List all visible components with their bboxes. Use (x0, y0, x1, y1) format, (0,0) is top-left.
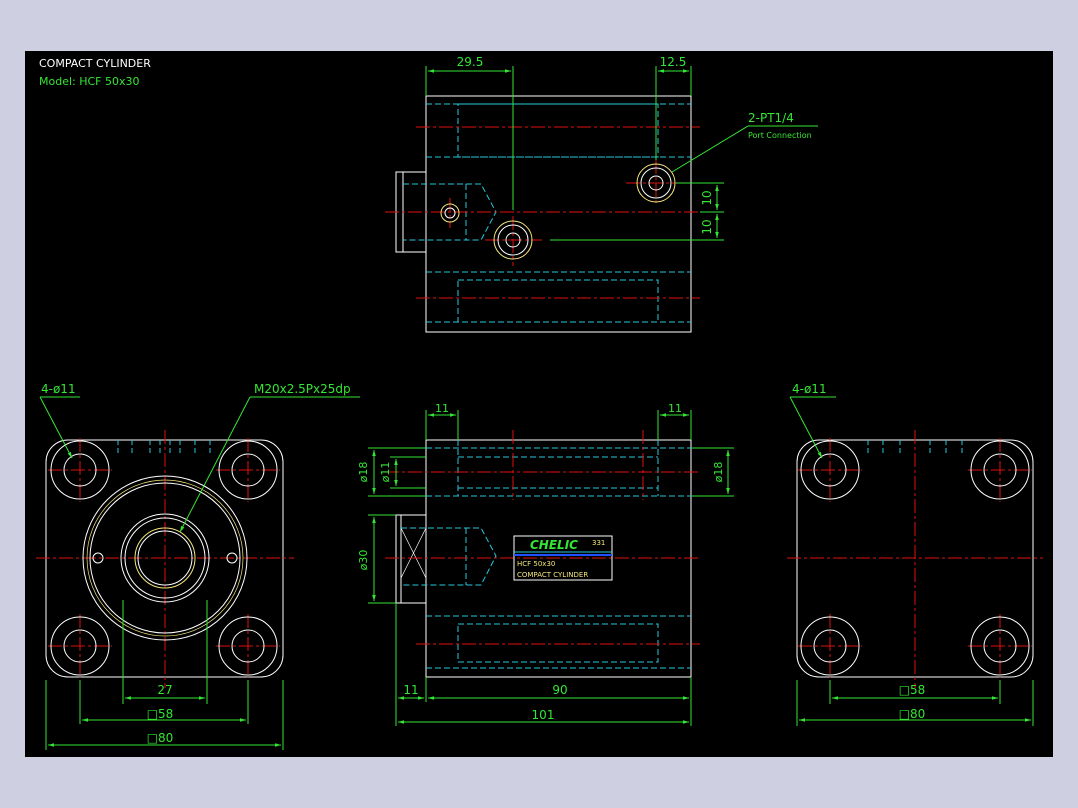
rear-view: 4-ø11 □58 □80 (787, 382, 1043, 726)
cad-drawing: COMPACT CYLINDER Model: HCF 50x30 29.5 1… (36, 55, 1043, 750)
rear-dim-80: □80 (899, 707, 926, 721)
front-dim-80: □80 (147, 731, 174, 745)
nameplate-desc: COMPACT CYLINDER (517, 571, 588, 579)
front-view: 4-ø11 M20x2.5Px25dp 27 □58 □80 (36, 382, 360, 750)
side-dim-11-right: 11 (668, 402, 682, 415)
nameplate-code: 331 (592, 539, 605, 547)
side-dim-d18-right: ø18 (712, 462, 725, 483)
dim-10-lower: 10 (700, 219, 714, 234)
thread-label: M20x2.5Px25dp (254, 382, 351, 396)
side-dim-11-left: 11 (435, 402, 449, 415)
nameplate-model: HCF 50x30 (517, 560, 555, 568)
side-dim-101: 101 (532, 708, 555, 722)
front-holes-label: 4-ø11 (41, 382, 76, 396)
top-view: 29.5 12.5 10 10 2-PT1/4 Port Connection (385, 55, 818, 333)
dim-27: 27 (157, 683, 172, 697)
nameplate-brand: CHELIC (530, 538, 578, 552)
dim-10-upper: 10 (700, 190, 714, 205)
side-view: CHELIC 331 HCF 50x30 COMPACT CYLINDER 11… (357, 402, 734, 726)
side-dim-d18-left: ø18 (357, 462, 370, 483)
port-label: 2-PT1/4 (748, 111, 794, 125)
side-dim-90: 90 (552, 683, 567, 697)
dim-29-5: 29.5 (457, 55, 484, 69)
rear-holes-label: 4-ø11 (792, 382, 827, 396)
drawing-model: Model: HCF 50x30 (39, 75, 140, 88)
rear-dim-58: □58 (899, 683, 926, 697)
side-dim-11-bottom: 11 (403, 683, 418, 697)
front-dim-58: □58 (147, 707, 174, 721)
side-dim-d11: ø11 (379, 462, 392, 483)
dim-12-5: 12.5 (660, 55, 687, 69)
cad-drawing-area: COMPACT CYLINDER Model: HCF 50x30 29.5 1… (25, 51, 1053, 757)
port-sublabel: Port Connection (748, 131, 812, 140)
drawing-title: COMPACT CYLINDER (39, 57, 151, 70)
side-dim-d30: ø30 (357, 550, 370, 571)
